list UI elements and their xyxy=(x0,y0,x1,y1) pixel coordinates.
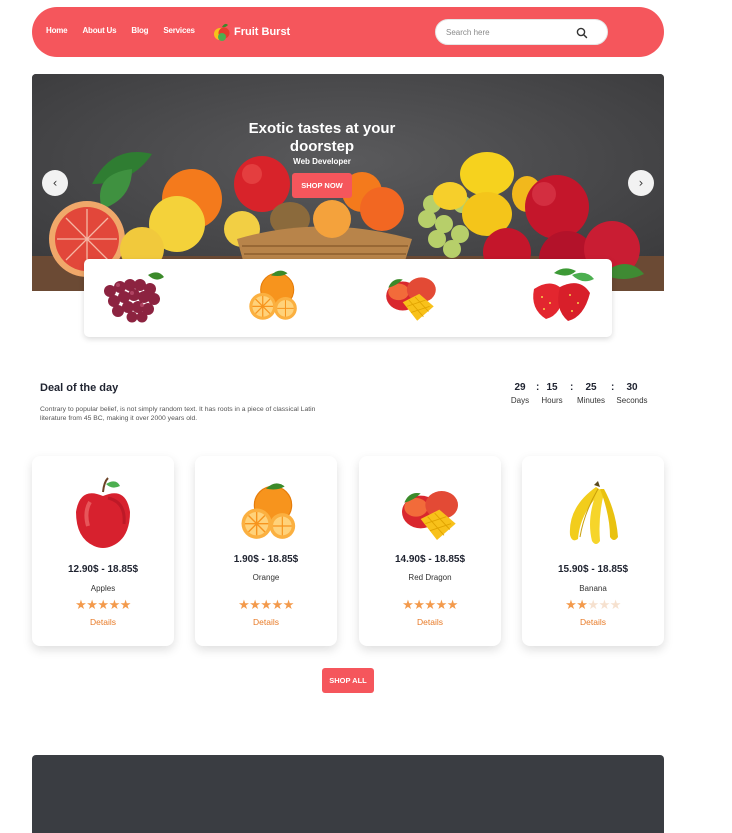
nav-links: Home About Us Blog Services xyxy=(46,26,210,35)
deal-description: Contrary to popular belief, is not simpl… xyxy=(40,406,316,422)
countdown-seconds: 30 Seconds xyxy=(612,382,652,405)
product-name: Apples xyxy=(90,584,116,593)
product-name: Orange xyxy=(252,573,280,582)
star-filled-icon: ★ xyxy=(402,598,414,613)
star-empty-icon: ★ xyxy=(609,598,622,613)
grapes-icon[interactable] xyxy=(96,267,168,325)
star-filled-icon: ★ xyxy=(271,598,284,613)
star-empty-icon: ★ xyxy=(587,598,599,613)
product-price: 15.90$ - 18.85$ xyxy=(557,564,629,575)
star-filled-icon: ★ xyxy=(435,598,448,613)
star-rating: ★★★★★ xyxy=(359,599,501,612)
hero-title: Exotic tastes at your doorstep xyxy=(248,120,396,155)
countdown-label: Hours xyxy=(541,396,563,405)
dark-section xyxy=(32,755,664,833)
details-link[interactable]: Details xyxy=(522,617,664,627)
strawberry-icon[interactable] xyxy=(524,265,600,327)
star-filled-icon: ★ xyxy=(97,598,109,613)
brand[interactable]: Fruit Burst xyxy=(213,22,290,42)
star-filled-icon: ★ xyxy=(119,598,132,613)
product-name: Red Dragon xyxy=(408,573,452,582)
countdown-value: 15 xyxy=(546,382,558,393)
countdown-value: 25 xyxy=(585,382,597,393)
star-filled-icon: ★ xyxy=(108,598,121,613)
product-name: Banana xyxy=(579,584,607,593)
product-price: 1.90$ - 18.85$ xyxy=(233,554,299,565)
star-filled-icon: ★ xyxy=(282,598,295,613)
search-input[interactable] xyxy=(446,24,571,40)
nav-link-about-us[interactable]: About Us xyxy=(82,26,116,35)
mango-icon[interactable] xyxy=(378,265,444,327)
product-price: 12.90$ - 18.85$ xyxy=(67,564,139,575)
star-rating: ★★★★★ xyxy=(32,599,174,612)
hero-subtitle: Web Developer xyxy=(293,157,351,166)
star-empty-icon: ★ xyxy=(598,598,611,613)
product-card-banana[interactable]: 15.90$ - 18.85$ Banana ★★★★★ Details xyxy=(522,456,664,646)
product-price: 14.90$ - 18.85$ xyxy=(394,554,466,565)
orange-icon[interactable] xyxy=(239,265,303,327)
nav-link-services[interactable]: Services xyxy=(163,26,195,35)
countdown-timer: 29 Days : 15 Hours : 25 Minutes : 30 Sec… xyxy=(500,382,660,412)
product-card-apples[interactable]: 12.90$ - 18.85$ Apples ★★★★★ Details xyxy=(32,456,174,646)
star-filled-icon: ★ xyxy=(86,598,98,613)
star-rating: ★★★★★ xyxy=(195,599,337,612)
product-card-red-dragon[interactable]: 14.90$ - 18.85$ Red Dragon ★★★★★ Details xyxy=(359,456,501,646)
search-icon[interactable] xyxy=(575,26,589,40)
star-filled-icon: ★ xyxy=(565,598,577,613)
countdown-minutes: 25 Minutes xyxy=(571,382,611,405)
carousel-next-button[interactable]: › xyxy=(628,170,654,196)
star-rating: ★★★★★ xyxy=(522,599,664,612)
countdown-label: Seconds xyxy=(616,396,648,405)
details-link[interactable]: Details xyxy=(195,617,337,627)
shop-now-button[interactable]: SHOP NOW xyxy=(292,173,352,198)
nav-link-blog[interactable]: Blog xyxy=(131,26,148,35)
shop-all-button[interactable]: SHOP ALL xyxy=(322,668,374,693)
chevron-left-icon: ‹ xyxy=(52,176,58,190)
apple-image xyxy=(76,477,130,548)
star-filled-icon: ★ xyxy=(413,598,425,613)
star-filled-icon: ★ xyxy=(260,598,272,613)
star-filled-icon: ★ xyxy=(576,598,588,613)
chevron-right-icon: › xyxy=(638,176,644,190)
details-link[interactable]: Details xyxy=(359,617,501,627)
fruit-category-strip xyxy=(84,259,612,337)
star-filled-icon: ★ xyxy=(75,598,87,613)
deal-title: Deal of the day xyxy=(40,382,119,394)
star-filled-icon: ★ xyxy=(249,598,261,613)
fruit-logo-icon xyxy=(214,23,230,41)
orange-image xyxy=(231,472,301,552)
banana-image xyxy=(569,481,618,544)
countdown-label: Minutes xyxy=(576,396,605,405)
star-filled-icon: ★ xyxy=(238,598,250,613)
countdown-hours: 15 Hours xyxy=(532,382,572,405)
mango-image xyxy=(395,472,465,552)
product-card-orange[interactable]: 1.90$ - 18.85$ Orange ★★★★★ Details xyxy=(195,456,337,646)
search-box xyxy=(435,19,608,45)
details-link[interactable]: Details xyxy=(32,617,174,627)
brand-name: Fruit Burst xyxy=(234,26,291,38)
countdown-value: 30 xyxy=(626,382,638,393)
star-filled-icon: ★ xyxy=(424,598,436,613)
star-filled-icon: ★ xyxy=(446,598,459,613)
nav-link-home[interactable]: Home xyxy=(46,26,68,35)
top-navbar: Home About Us Blog Services Fruit Burst xyxy=(32,7,664,57)
carousel-prev-button[interactable]: ‹ xyxy=(42,170,68,196)
